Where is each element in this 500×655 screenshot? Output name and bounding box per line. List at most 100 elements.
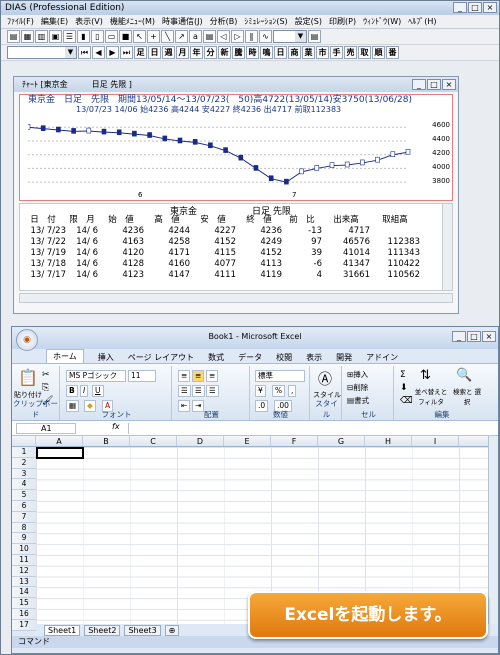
back-icon[interactable]: ◀ — [92, 46, 105, 59]
row-header[interactable]: 12 — [12, 565, 36, 577]
find-icon[interactable]: 🔍 — [456, 368, 472, 383]
table-row[interactable]: 13/ 7/17 14/ 6 4123 4147 4111 4119 4 31661 11056… — [20, 270, 452, 281]
menu-view[interactable]: 表示(V) — [75, 16, 103, 27]
tb-shu[interactable]: 週 — [162, 46, 175, 59]
tb-ban[interactable]: 番 — [386, 46, 399, 59]
options-icon[interactable]: ▤ — [308, 30, 321, 43]
number-format-select[interactable]: 標準 — [255, 370, 305, 382]
percent-icon[interactable]: % — [272, 385, 286, 397]
cursor-tool-icon[interactable]: ↖ — [133, 30, 146, 43]
tab-addins[interactable]: アドイン — [366, 352, 398, 363]
menu-print[interactable]: 印刷(P) — [329, 16, 356, 27]
tab-formulas[interactable]: 数式 — [208, 352, 224, 363]
column-header[interactable]: C — [130, 436, 177, 446]
bar-tool-icon[interactable]: ▮ — [77, 30, 90, 43]
row-header[interactable]: 11 — [12, 554, 36, 566]
menu-simulation[interactable]: ｼﾐｭﾚｰｼｮﾝ(S) — [244, 16, 287, 27]
insert-sheet-icon[interactable]: ⊕ — [164, 624, 180, 636]
layout-tool-icon[interactable]: ▭ — [105, 30, 118, 43]
row-header[interactable]: 14 — [12, 587, 36, 599]
last-icon[interactable]: ⏭ — [120, 46, 133, 59]
menu-function[interactable]: 機能ﾒﾆｭｰ(M) — [110, 16, 155, 27]
tb-tsuki[interactable]: 月 — [176, 46, 189, 59]
menu-help[interactable]: ﾍﾙﾌﾟ(H) — [408, 16, 436, 27]
row-header[interactable]: 5 — [12, 490, 36, 501]
chart-maximize-icon[interactable]: □ — [427, 79, 441, 90]
comma-icon[interactable]: , — [288, 385, 297, 397]
forward-icon[interactable]: ▶ — [106, 46, 119, 59]
column-header[interactable]: F — [271, 436, 318, 446]
tab-data[interactable]: データ — [238, 352, 262, 363]
tb-to[interactable]: 騰 — [232, 46, 245, 59]
tb-hi[interactable]: 日 — [148, 46, 161, 59]
minimize-icon[interactable]: _ — [453, 2, 467, 13]
close-icon[interactable]: × — [483, 2, 497, 13]
table-scrollbar[interactable] — [442, 204, 452, 290]
arrow-tool-icon[interactable]: ↗ — [175, 30, 188, 43]
sheet-tab-1[interactable]: Sheet1 — [44, 624, 81, 636]
selected-cell-a1[interactable] — [36, 447, 84, 459]
autosum-icon[interactable]: Σ — [400, 370, 406, 380]
table-row[interactable]: 13/ 7/19 14/ 6 4120 4171 4115 4152 39 41014 1113… — [20, 248, 452, 259]
font-name-select[interactable]: MS Pゴシック — [66, 370, 126, 382]
symbol-combo[interactable]: ▼ — [7, 46, 77, 59]
row-header[interactable]: 1 — [12, 447, 36, 458]
sheet-tab-3[interactable]: Sheet3 — [124, 624, 161, 636]
table-row[interactable]: 13/ 7/23 14/ 6 4236 4244 4227 4236 -13 4717 — [20, 226, 452, 237]
menu-window[interactable]: ｳｨﾝﾄﾞｳ(W) — [363, 16, 401, 27]
tb-uri[interactable]: 売 — [344, 46, 357, 59]
tb-shi[interactable]: 市 — [316, 46, 329, 59]
tab-review[interactable]: 校閲 — [276, 352, 292, 363]
tb-gyo[interactable]: 業 — [302, 46, 315, 59]
row-header[interactable]: 7 — [12, 511, 36, 523]
column-header[interactable]: D — [177, 436, 224, 446]
font-size-select[interactable]: 11 — [128, 370, 156, 382]
paste-icon[interactable]: 📋 — [18, 368, 38, 387]
row-header[interactable]: 2 — [12, 457, 36, 469]
tab-developer[interactable]: 開発 — [336, 352, 352, 363]
copy-icon[interactable]: ⎘ — [42, 383, 49, 393]
sheet-tool-icon[interactable]: ▤ — [203, 30, 216, 43]
align-center-icon[interactable]: ☰ — [192, 385, 205, 397]
row-header[interactable]: 3 — [12, 468, 36, 480]
chart-h-scrollbar[interactable] — [19, 293, 453, 303]
row-header[interactable]: 13 — [12, 576, 36, 588]
toolbar-combo[interactable]: ▼ — [273, 30, 307, 43]
clear-icon[interactable]: ⌫ — [400, 396, 413, 406]
tb-nichi[interactable]: 日 — [274, 46, 287, 59]
price-chart[interactable] — [28, 117, 430, 189]
row-header[interactable]: 6 — [12, 500, 36, 512]
prev-icon[interactable]: ◁ — [217, 30, 230, 43]
formula-input[interactable] — [128, 423, 488, 434]
tb-jun[interactable]: 順 — [372, 46, 385, 59]
tb-mei[interactable]: 鳴 — [260, 46, 273, 59]
find-select-button[interactable]: 検索と 選択 — [450, 386, 484, 406]
column-header[interactable]: B — [83, 436, 130, 446]
align-left-icon[interactable]: ☰ — [178, 385, 191, 397]
tab-view[interactable]: 表示 — [306, 352, 322, 363]
tab-page-layout[interactable]: ページ レイアウト — [128, 352, 194, 363]
column-header[interactable]: G — [318, 436, 365, 446]
tb-sho[interactable]: 商 — [288, 46, 301, 59]
format-button[interactable]: ▤書式 — [347, 395, 369, 406]
tb-ji[interactable]: 時 — [246, 46, 259, 59]
row-header[interactable]: 9 — [12, 533, 36, 545]
cut-icon[interactable]: ✂ — [42, 370, 50, 380]
vertical-scrollbar[interactable] — [488, 436, 498, 624]
menu-analysis[interactable]: 分析(B) — [210, 16, 238, 27]
tb-tori[interactable]: 取 — [358, 46, 371, 59]
sort-filter-icon[interactable]: ⇅ — [420, 368, 431, 383]
grid-tool-icon[interactable]: ▥ — [35, 30, 48, 43]
chart-tool-icon[interactable]: ▤ — [7, 30, 20, 43]
tb-fun[interactable]: 分 — [204, 46, 217, 59]
row-header[interactable]: 16 — [12, 608, 36, 620]
fill-icon[interactable]: ⬇ — [400, 383, 408, 393]
column-header[interactable]: I — [412, 436, 459, 446]
row-header[interactable]: 15 — [12, 598, 36, 609]
table-tool-icon[interactable]: ▦ — [21, 30, 34, 43]
sheet-tab-2[interactable]: Sheet2 — [84, 624, 121, 636]
window-tool-icon[interactable]: ▣ — [49, 30, 62, 43]
row-header[interactable]: 17 — [12, 619, 36, 631]
table-row[interactable]: 13/ 7/18 14/ 6 4128 4160 4077 4113 -6 41347 1104… — [20, 259, 452, 270]
tab-insert[interactable]: 挿入 — [98, 352, 114, 363]
